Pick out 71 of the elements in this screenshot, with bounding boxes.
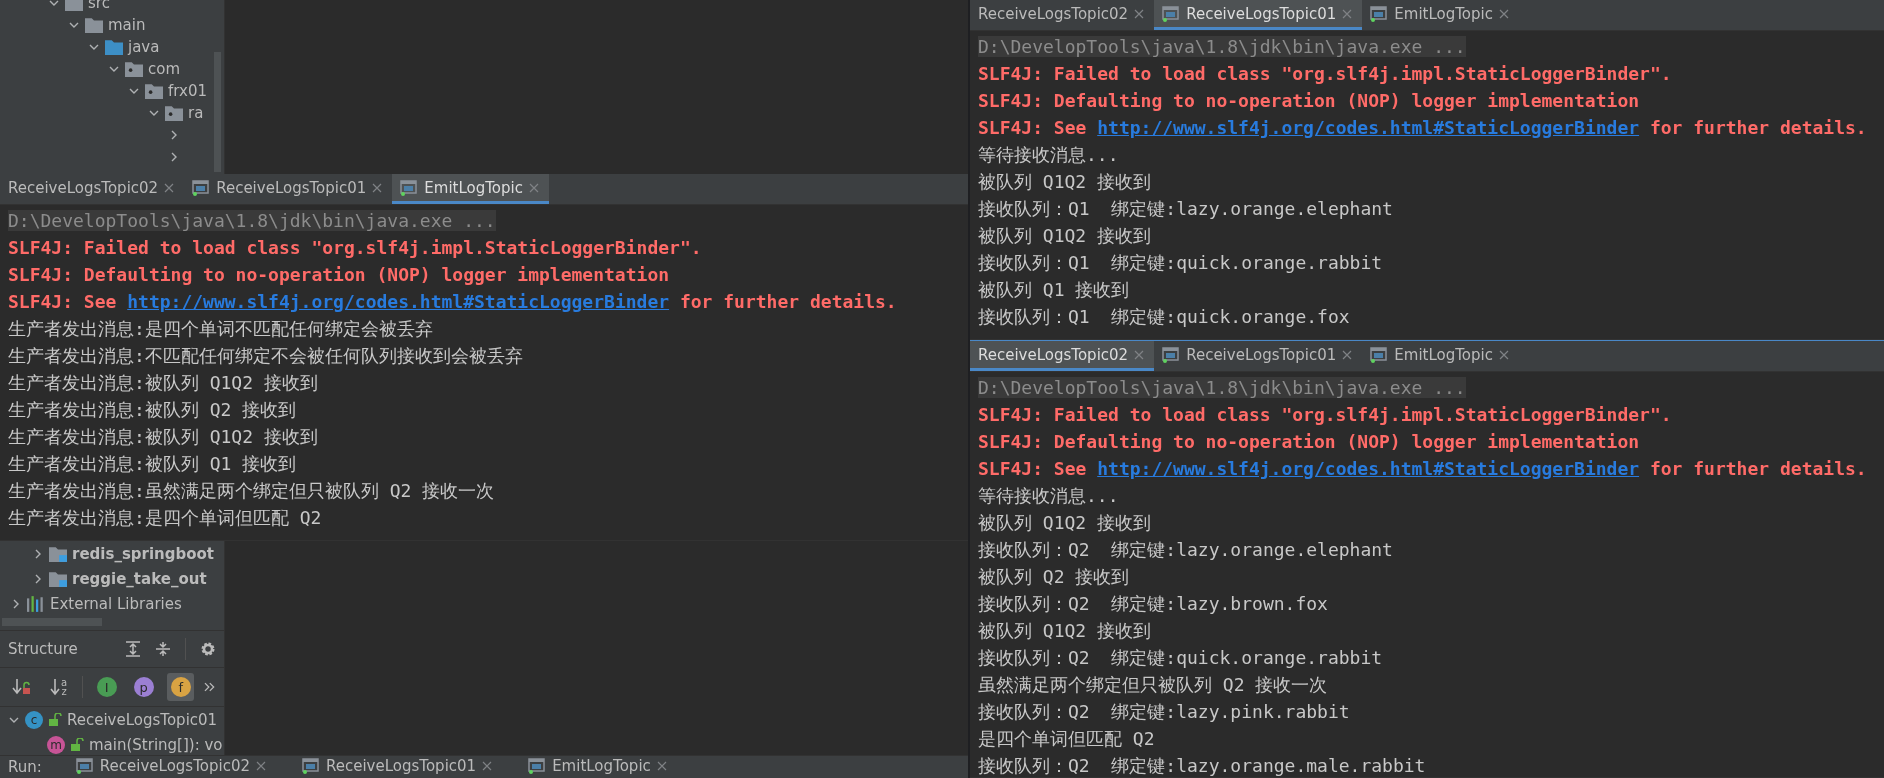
run-tab[interactable]: ReceiveLogsTopic01 [294, 755, 515, 778]
console-line: 接收队列：Q2 绑定键:lazy.pink.rabbit [978, 700, 1351, 724]
run-tab[interactable]: EmitLogTopic [1362, 341, 1519, 371]
link[interactable]: http://www.slf4j.org/codes.html#StaticLoggerBinder [1097, 117, 1640, 138]
console-line: 被队列 Q1Q2 接收到 [978, 224, 1153, 248]
console-line: SLF4J: Failed to load class "org.slf4j.impl.StaticLoggerBinder". [8, 236, 703, 260]
type-badge: m [47, 735, 65, 754]
tree-item[interactable]: redis_springboot [72, 544, 215, 563]
type-badge: c [25, 710, 43, 729]
console-line: 生产者发出消息:被队列 Q1Q2 接收到 [8, 371, 319, 395]
run-tab[interactable]: EmitLogTopic [1362, 0, 1519, 30]
console-line: SLF4J: Failed to load class "org.slf4j.impl.StaticLoggerBinder". [978, 62, 1673, 86]
console-line: 接收队列：Q1 绑定键:lazy.orange.elephant [978, 197, 1394, 221]
console-command: D:\DevelopTools\java\1.8\jdk\bin\java.exe ... [8, 210, 496, 231]
console-line: 生产者发出消息:是四个单词但匹配 Q2 [8, 506, 323, 530]
console-line: 接收队列：Q1 绑定键:quick.orange.fox [978, 305, 1351, 329]
link[interactable]: http://www.slf4j.org/codes.html#StaticLoggerBinder [127, 291, 670, 312]
run-tab[interactable]: ReceiveLogsTopic02 [67, 755, 288, 778]
run-tab[interactable]: ReceiveLogsTopic01 [1154, 341, 1363, 371]
console-line: 是四个单词但匹配 Q2 [978, 727, 1156, 751]
tree-item[interactable]: com [148, 60, 181, 78]
console-line: 接收队列：Q2 绑定键:lazy.brown.fox [978, 592, 1329, 616]
console-line: 生产者发出消息:被队列 Q1 接收到 [8, 452, 298, 476]
tree-item[interactable]: src [88, 0, 110, 12]
run-tab[interactable]: EmitLogTopic [520, 755, 689, 778]
tree-item[interactable]: main [108, 16, 146, 34]
tree-item[interactable]: frx01 [168, 82, 207, 100]
panel-title: Structure [8, 640, 79, 658]
console-line: 生产者发出消息:不匹配任何绑定不会被任何队列接收到会被丢弃 [8, 344, 524, 368]
console-line: 接收队列：Q1 绑定键:quick.orange.rabbit [978, 251, 1384, 275]
console-line: 接收队列：Q2 绑定键:quick.orange.rabbit [978, 646, 1384, 670]
console-line: SLF4J: See http://www.slf4j.org/codes.html#StaticLoggerBinder for further details. [8, 290, 898, 314]
console-line: 等待接收消息... [978, 143, 1120, 167]
link[interactable]: http://www.slf4j.org/codes.html#StaticLoggerBinder [1097, 458, 1640, 479]
console-line: 被队列 Q1Q2 接收到 [978, 170, 1153, 194]
console-line: 生产者发出消息:是四个单词不匹配任何绑定会被丢弃 [8, 317, 434, 341]
console-line: SLF4J: Failed to load class "org.slf4j.impl.StaticLoggerBinder". [978, 403, 1673, 427]
run-tab[interactable]: ReceiveLogsTopic02 [970, 0, 1155, 30]
console-line: SLF4J: Defaulting to no-operation (NOP) logger implementation [978, 89, 1641, 113]
console-line: 被队列 Q1Q2 接收到 [978, 619, 1153, 643]
run-tab[interactable]: ReceiveLogsTopic02 [0, 174, 185, 204]
console-line: 生产者发出消息:被队列 Q1Q2 接收到 [8, 425, 319, 449]
run-tab[interactable]: ReceiveLogsTopic02 [970, 341, 1155, 371]
structure-item[interactable]: main(String[]): vo [89, 735, 223, 754]
toolbar-toggle[interactable]: a z [45, 673, 73, 701]
console-line: 等待接收消息... [978, 484, 1120, 508]
tree-item[interactable]: reggie_take_out [72, 569, 207, 588]
structure-item[interactable]: ReceiveLogsTopic01 [67, 710, 218, 729]
sort-glyph: a [61, 678, 68, 687]
run-tab[interactable]: EmitLogTopic [392, 174, 549, 204]
console-command: D:\DevelopTools\java\1.8\jdk\bin\java.exe ... [978, 36, 1466, 57]
console-line: SLF4J: Defaulting to no-operation (NOP) logger implementation [8, 263, 671, 287]
console-line: 生产者发出消息:被队列 Q2 接收到 [8, 398, 298, 422]
sort-glyph: z [61, 687, 68, 696]
console-line: 被队列 Q1 接收到 [978, 278, 1131, 302]
console-line: 被队列 Q2 接收到 [978, 565, 1131, 589]
console-line: SLF4J: Defaulting to no-operation (NOP) logger implementation [978, 430, 1641, 454]
run-tab[interactable]: ReceiveLogsTopic01 [1154, 0, 1363, 30]
console-line: 生产者发出消息:虽然满足两个绑定但只被队列 Q2 接收一次 [8, 479, 496, 503]
tree-item[interactable]: External Libraries [50, 594, 182, 613]
console-line: 接收队列：Q2 绑定键:lazy.orange.elephant [978, 538, 1394, 562]
run-tab[interactable]: ReceiveLogsTopic01 [184, 174, 393, 204]
console-line: 虽然满足两个绑定但只被队列 Q2 接收一次 [978, 673, 1329, 697]
run-label: Run: [8, 758, 42, 776]
console-line: SLF4J: See http://www.slf4j.org/codes.html#StaticLoggerBinder for further details. [978, 457, 1868, 481]
tree-item[interactable]: ra [188, 104, 204, 122]
console-command: D:\DevelopTools\java\1.8\jdk\bin\java.exe ... [978, 377, 1466, 398]
console-line: 接收队列：Q2 绑定键:lazy.orange.male.rabbit [978, 754, 1427, 777]
tree-item[interactable]: java [128, 38, 160, 56]
console-line: 被队列 Q1Q2 接收到 [978, 511, 1153, 535]
console-line: SLF4J: See http://www.slf4j.org/codes.html#StaticLoggerBinder for further details. [978, 116, 1868, 140]
